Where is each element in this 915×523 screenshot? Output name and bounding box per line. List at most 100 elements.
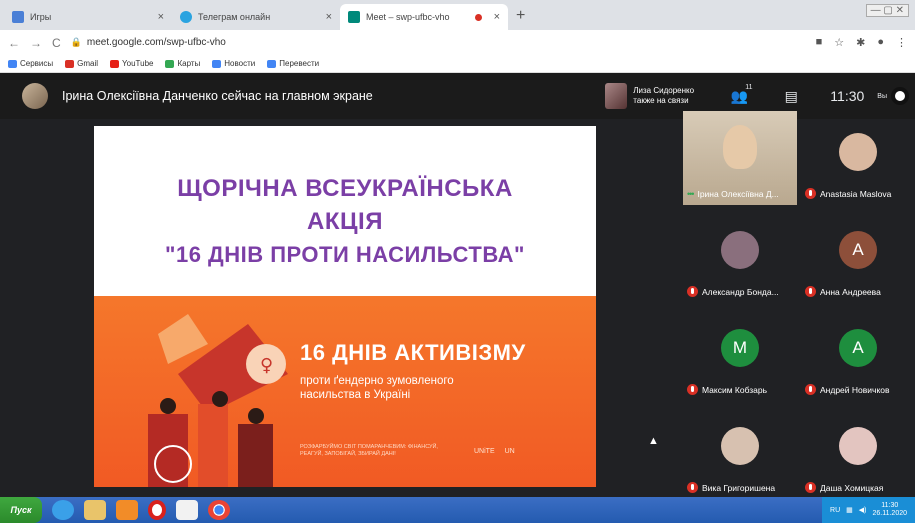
- tab-title: Игры: [30, 12, 52, 22]
- browser-tab-active[interactable]: Meet – swp-ufbc-vho ×: [340, 4, 508, 30]
- lock-icon: 🔒: [70, 37, 82, 47]
- bookmark-item[interactable]: Сервисы: [8, 59, 53, 68]
- bookmark-item[interactable]: Новости: [212, 59, 255, 68]
- participant-tile[interactable]: A Анна Андреева: [801, 209, 915, 303]
- gmail-icon: [65, 59, 75, 68]
- my-avatar[interactable]: [891, 87, 909, 105]
- bookmark-item[interactable]: Карты: [165, 59, 200, 68]
- document-icon[interactable]: [176, 500, 198, 520]
- me-label: Вы: [877, 92, 887, 100]
- unite-logo: UNiTE: [474, 448, 495, 455]
- star-icon[interactable]: ☆: [834, 36, 844, 49]
- meeting-clock: 11:30: [830, 88, 865, 104]
- browser-tab[interactable]: Игры ×: [4, 4, 172, 30]
- reload-icon[interactable]: C: [52, 36, 61, 50]
- close-icon[interactable]: ×: [158, 11, 164, 23]
- start-button[interactable]: Пуск: [0, 497, 42, 523]
- system-tray: RU ▦ ◀) 11:30 26.11.2020: [822, 497, 915, 523]
- media-player-icon[interactable]: [116, 500, 138, 520]
- close-icon[interactable]: ×: [494, 11, 500, 23]
- tab-favicon-icon: [12, 11, 24, 23]
- tab-title: Телеграм онлайн: [198, 12, 271, 22]
- volume-icon[interactable]: ◀): [859, 506, 867, 514]
- apps-icon: [8, 59, 17, 68]
- meet-window: Ірина Олексіївна Данченко сейчас на глав…: [0, 73, 915, 497]
- url-text: meet.google.com/swp-ufbc-vho: [86, 37, 226, 48]
- bookmark-item[interactable]: Перевести: [267, 59, 319, 68]
- tray-clock[interactable]: 11:30 26.11.2020: [872, 502, 907, 518]
- opera-icon[interactable]: [148, 500, 166, 520]
- folder-icon[interactable]: [84, 500, 106, 520]
- bookmarks-bar: Сервисы Gmail YouTube Карты Новости Пере…: [0, 55, 915, 73]
- participant-tile[interactable]: Даша Хомицкая: [801, 405, 915, 499]
- avatar: M: [721, 329, 759, 367]
- mouse-cursor-icon: ▲: [648, 435, 659, 447]
- chat-button[interactable]: ▤: [765, 88, 817, 105]
- svg-text:♀: ♀: [260, 355, 273, 376]
- chat-icon: ▤: [784, 87, 798, 104]
- megaphone-illustration: ♀: [148, 314, 288, 487]
- network-icon[interactable]: ▦: [846, 506, 853, 514]
- participant-tile[interactable]: M Максим Кобзарь: [683, 307, 797, 401]
- mic-off-icon: [687, 384, 698, 395]
- ie-icon[interactable]: [52, 500, 74, 520]
- back-icon[interactable]: ←: [8, 36, 20, 50]
- mic-off-icon: [805, 384, 816, 395]
- presenter-banner: Ірина Олексіївна Данченко сейчас на глав…: [62, 89, 373, 103]
- browser-tab[interactable]: Телеграм онлайн ×: [172, 4, 340, 30]
- url-field[interactable]: 🔒 meet.google.com/swp-ufbc-vho: [71, 37, 816, 48]
- news-icon: [212, 59, 222, 68]
- avatar: [721, 427, 759, 465]
- extensions-icon[interactable]: ✱: [856, 36, 865, 49]
- participants-button[interactable]: 👥 11: [713, 84, 765, 105]
- window-controls[interactable]: — ▢ ✕: [865, 4, 909, 17]
- avatar: A: [839, 231, 877, 269]
- bookmark-item[interactable]: Gmail: [65, 59, 98, 68]
- banner-footer: РОЗФАРБУЙМО СВІТ ПОМАРАНЧЕВИМ: ФІНАНСУЙ,…: [300, 444, 438, 457]
- slide-title: ЩОРІЧНА ВСЕУКРАЇНСЬКА АКЦІЯ "16 ДНІВ ПРО…: [165, 175, 525, 267]
- chrome-icon[interactable]: [208, 500, 230, 520]
- banner-subtitle: проти ґендерно зумовленого насильства в …: [300, 375, 454, 401]
- recording-dot-icon: [474, 13, 482, 21]
- translate-icon: [267, 59, 277, 68]
- speaking-indicator-icon: •••: [687, 189, 695, 199]
- avatar: A: [839, 329, 877, 367]
- profile-icon[interactable]: ●: [877, 36, 884, 49]
- avatar: [721, 231, 759, 269]
- participant-tile[interactable]: A Андрей Новичков: [801, 307, 915, 401]
- banner-heading: 16 ДНІВ АКТИВІЗМУ: [300, 340, 526, 365]
- also-on-call: Лиза Сидоренко также на связи: [633, 86, 695, 105]
- avatar: [839, 133, 877, 171]
- un-logo: UN: [504, 448, 515, 455]
- menu-icon[interactable]: ⋮: [896, 36, 907, 49]
- address-bar: ← → C 🔒 meet.google.com/swp-ufbc-vho ■ ☆…: [0, 30, 915, 55]
- participant-tile[interactable]: Anastasia Maslova: [801, 111, 915, 205]
- participant-tile[interactable]: ••• Ірина Олексіївна Д...: [683, 111, 797, 205]
- forward-icon[interactable]: →: [30, 36, 42, 50]
- youtube-icon: [110, 59, 120, 68]
- new-tab-icon[interactable]: +: [516, 7, 525, 25]
- bookmark-item[interactable]: YouTube: [110, 59, 153, 68]
- camera-indicator-icon[interactable]: ■: [816, 36, 823, 49]
- participant-tile[interactable]: Вика Григоришена: [683, 405, 797, 499]
- tab-favicon-icon: [180, 11, 192, 23]
- browser-tab-strip: Игры × Телеграм онлайн × Meet – swp-ufbc…: [0, 0, 915, 30]
- windows-taskbar: Пуск RU ▦ ◀) 11:30 26.11.2020: [0, 497, 915, 523]
- mic-off-icon: [805, 188, 816, 199]
- mic-off-icon: [687, 482, 698, 493]
- mic-off-icon: [687, 286, 698, 297]
- tab-title: Meet – swp-ufbc-vho: [366, 12, 450, 22]
- participant-video-face: [723, 125, 757, 169]
- close-icon[interactable]: ×: [326, 11, 332, 23]
- mic-off-icon: [805, 286, 816, 297]
- language-indicator[interactable]: RU: [830, 507, 840, 514]
- slide-banner: ♀ 16 ДНІВ АКТИВІЗМУ проти ґендерно зумов…: [94, 296, 596, 487]
- maps-icon: [165, 59, 175, 68]
- presenter-avatar: [22, 83, 48, 109]
- participant-tile[interactable]: Александр Бонда...: [683, 209, 797, 303]
- presentation-slide: ЩОРІЧНА ВСЕУКРАЇНСЬКА АКЦІЯ "16 ДНІВ ПРО…: [94, 126, 596, 487]
- partner-logos: UNiTE UN: [474, 448, 515, 455]
- participant-grid: ••• Ірина Олексіївна Д... Anastasia Maslo…: [683, 111, 915, 497]
- meet-favicon-icon: [348, 11, 360, 23]
- mic-off-icon: [805, 482, 816, 493]
